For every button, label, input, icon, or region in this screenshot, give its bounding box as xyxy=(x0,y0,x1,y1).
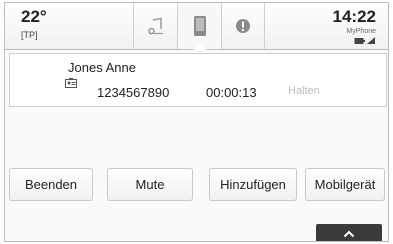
mute-button[interactable]: Mute xyxy=(107,168,193,201)
phone-name: MyPhone xyxy=(346,28,376,35)
call-action-buttons: Beenden Mute Hinzufügen Mobilgerät xyxy=(5,168,388,204)
info-icon xyxy=(236,19,250,33)
info-tab[interactable] xyxy=(221,3,265,49)
call-duration: 00:00:13 xyxy=(206,85,257,100)
end-call-button[interactable]: Beenden xyxy=(9,168,93,201)
active-tab-indicator xyxy=(192,43,207,50)
hold-button[interactable]: Halten xyxy=(288,85,320,97)
temperature-readout: 22° xyxy=(21,7,47,26)
clock: 14:22 xyxy=(332,7,376,26)
expand-handle[interactable] xyxy=(316,224,382,241)
mobile-device-button[interactable]: Mobilgerät xyxy=(305,168,385,201)
caller-name: Jones Anne xyxy=(68,60,136,75)
infotainment-screen: 22° [TP] 14:22 MyPhone Jones Anne 123456… xyxy=(4,2,389,242)
active-call-card: Jones Anne 1234567890 00:00:13 Halten xyxy=(9,53,387,107)
audio-tab[interactable] xyxy=(133,3,177,49)
battery-signal-icon xyxy=(354,37,375,44)
traffic-program-indicator: [TP] xyxy=(21,30,38,40)
status-bar: 22° [TP] 14:22 MyPhone xyxy=(5,3,388,50)
chevron-up-icon xyxy=(343,230,355,237)
contact-card-icon xyxy=(65,78,77,88)
phone-tab[interactable] xyxy=(177,3,221,50)
phone-icon xyxy=(193,16,206,36)
music-note-icon xyxy=(147,17,163,35)
caller-number: 1234567890 xyxy=(97,85,170,100)
add-call-button[interactable]: Hinzufügen xyxy=(209,168,297,201)
